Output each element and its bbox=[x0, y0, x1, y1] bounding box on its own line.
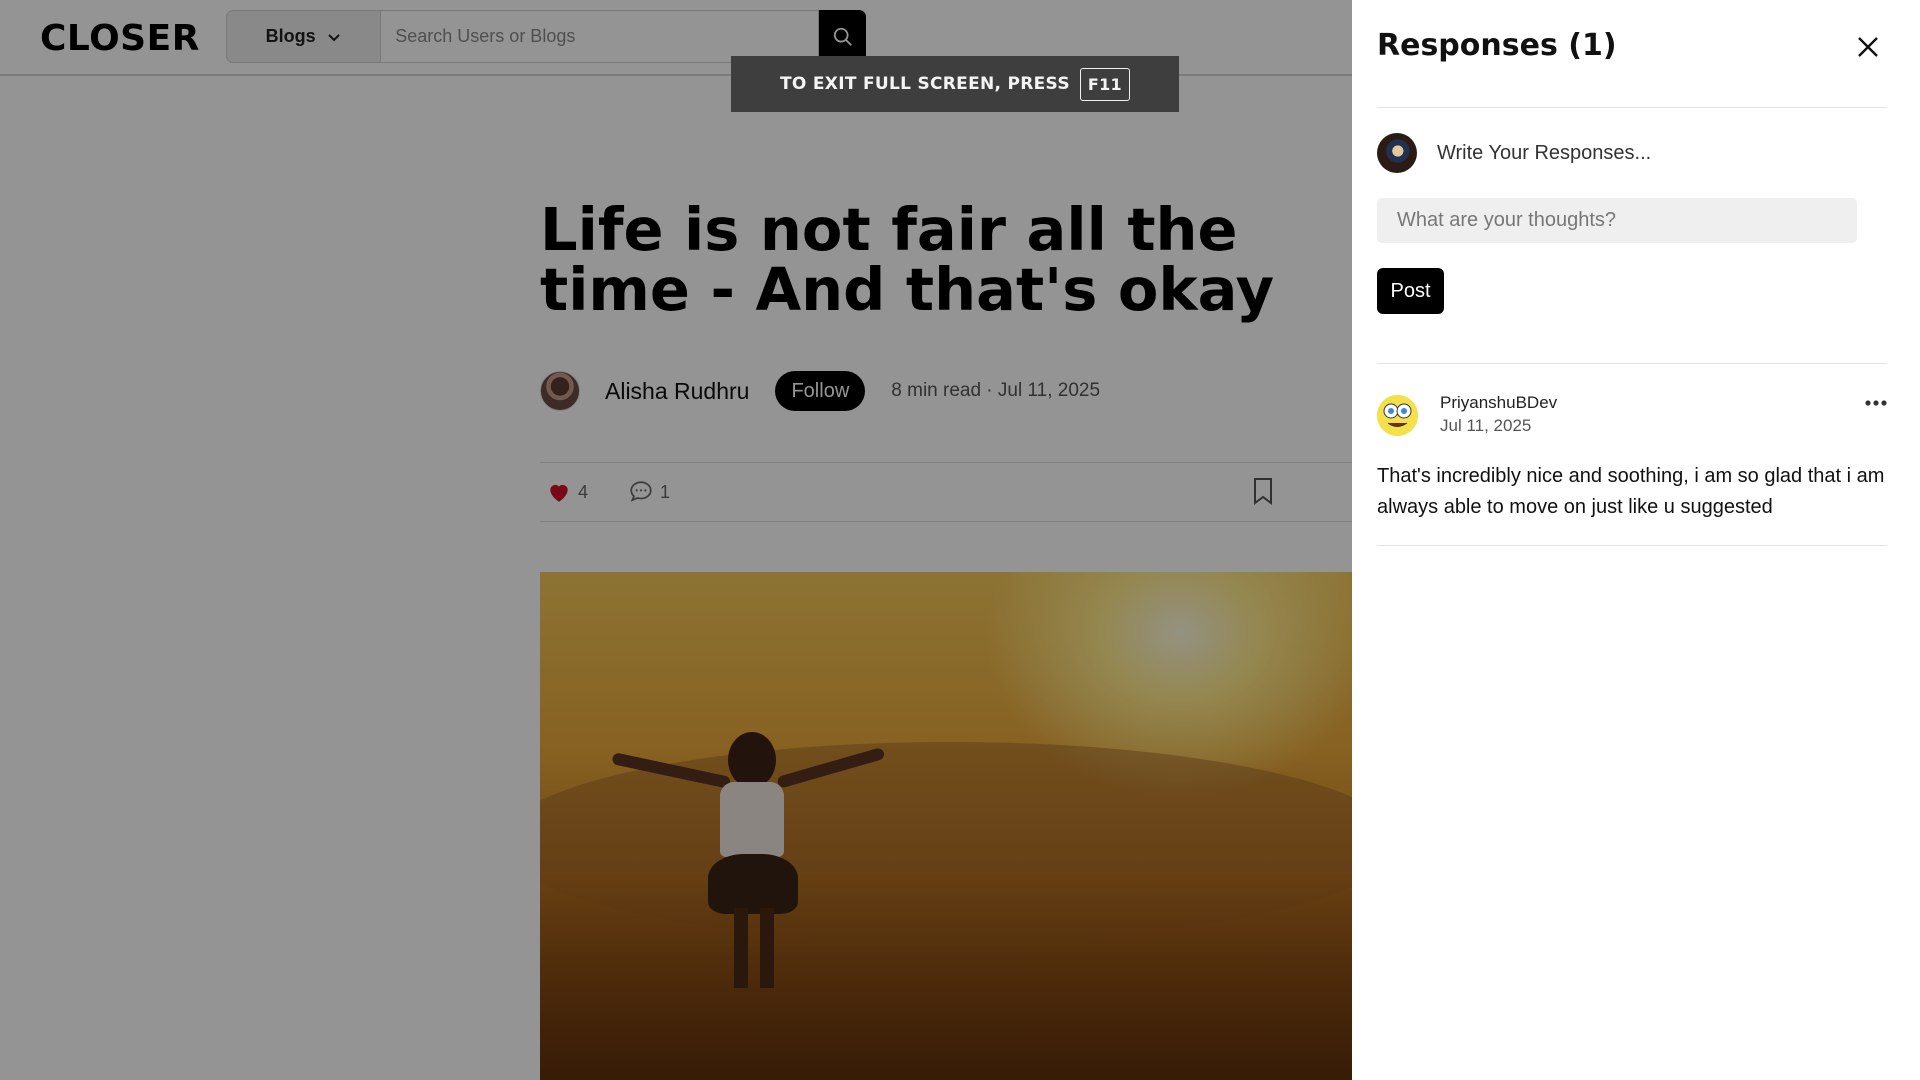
response-text: That's incredibly nice and soothing, i a… bbox=[1377, 465, 1885, 518]
close-button[interactable] bbox=[1853, 32, 1883, 62]
divider bbox=[1377, 363, 1887, 364]
current-user-row: Write Your Responses... bbox=[1377, 133, 1651, 173]
modal-backdrop[interactable] bbox=[0, 0, 1352, 1080]
response-input[interactable] bbox=[1377, 198, 1857, 243]
panel-title: Responses (1) bbox=[1377, 28, 1617, 63]
more-icon bbox=[1865, 400, 1887, 406]
sponge-avatar-icon bbox=[1377, 395, 1418, 436]
write-response-label: Write Your Responses... bbox=[1437, 141, 1652, 164]
divider bbox=[1377, 107, 1887, 108]
close-icon bbox=[1858, 37, 1878, 57]
more-options-button[interactable] bbox=[1864, 396, 1888, 410]
fullscreen-notice-text: TO EXIT FULL SCREEN, PRESS bbox=[780, 74, 1070, 94]
avatar bbox=[1377, 133, 1417, 173]
fullscreen-key: F11 bbox=[1079, 67, 1130, 101]
response-username[interactable]: PriyanshuBDev bbox=[1440, 393, 1557, 413]
post-button[interactable]: Post bbox=[1377, 268, 1444, 314]
divider bbox=[1377, 545, 1887, 546]
responses-panel: Responses (1) Write Your Responses... Po… bbox=[1352, 0, 1920, 1080]
response-date: Jul 11, 2025 bbox=[1440, 416, 1532, 435]
response-avatar[interactable] bbox=[1377, 395, 1418, 436]
fullscreen-exit-notice: TO EXIT FULL SCREEN, PRESS F11 bbox=[731, 56, 1179, 112]
